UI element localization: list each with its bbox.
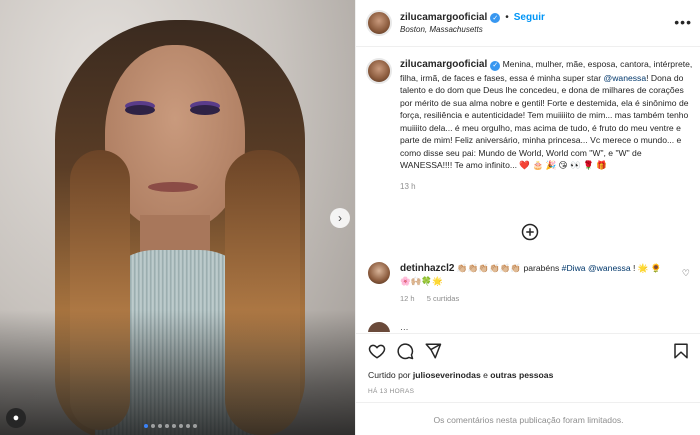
liked-user[interactable]: julioseverinodas xyxy=(413,370,481,380)
chevron-right-icon: › xyxy=(338,211,342,225)
caption-mention[interactable]: @wanessa xyxy=(603,73,646,83)
carousel-next-button[interactable]: › xyxy=(330,208,350,228)
post-header: zilucamargooficial ✓ • Seguir Boston, Ma… xyxy=(366,6,691,40)
comment-meta: 12 h 5 curtidas xyxy=(400,294,670,303)
liked-prefix: Curtido por xyxy=(368,370,413,380)
carousel-dot xyxy=(172,424,176,428)
comment-text: detinhazcl2 👏🏼👏🏼👏🏼👏🏼👏🏼👏🏼 parabéns #Diwa … xyxy=(400,262,670,288)
share-icon[interactable] xyxy=(424,342,442,360)
actions-divider xyxy=(356,333,700,334)
comments-limited-notice: Os comentários nesta publicação foram li… xyxy=(433,415,624,425)
carousel-dot xyxy=(186,424,190,428)
comment-mention[interactable]: @wanessa xyxy=(588,263,631,273)
comment-like-heart-icon[interactable]: ♡ xyxy=(682,268,690,279)
tagged-user-icon[interactable]: ● xyxy=(6,408,26,428)
comment-item-partial: … xyxy=(368,322,693,332)
bookmark-icon[interactable] xyxy=(672,342,690,360)
post-photo[interactable]: › ● xyxy=(0,0,355,435)
caption-avatar[interactable] xyxy=(366,58,392,84)
separator-dot: • xyxy=(505,12,509,23)
action-bar xyxy=(368,340,690,362)
comment-text-partial: … xyxy=(400,322,409,332)
caption-text: zilucamargooficial ✓ Menina, mulher, mãe,… xyxy=(400,58,696,172)
liked-by: Curtido por julioseverinodas e outras pe… xyxy=(368,370,553,380)
comment-likes[interactable]: 5 curtidas xyxy=(427,294,460,303)
heart-icon[interactable] xyxy=(368,342,386,360)
comment-part1: 👏🏼👏🏼👏🏼👏🏼👏🏼👏🏼 parabéns xyxy=(454,263,562,273)
carousel-dot xyxy=(179,424,183,428)
more-options-icon[interactable]: ••• xyxy=(674,14,692,30)
liked-suffix: e xyxy=(480,370,491,380)
comment-username[interactable]: detinhazcl2 xyxy=(400,263,454,274)
photo-lips xyxy=(148,182,198,192)
caption-time: 13 h xyxy=(400,181,416,191)
author-avatar[interactable] xyxy=(366,10,392,36)
carousel-dot xyxy=(144,424,148,428)
caption-part2: ! Dona do talento e do dom que Deus lhe … xyxy=(400,72,689,171)
carousel-dot xyxy=(151,424,155,428)
follow-button[interactable]: Seguir xyxy=(514,12,545,23)
commenter-avatar[interactable] xyxy=(368,262,390,284)
verified-badge-icon: ✓ xyxy=(490,12,501,23)
comment-time: 12 h xyxy=(400,294,415,303)
post-timestamp[interactable]: HÁ 13 HORAS xyxy=(368,388,414,395)
photo-couch-shadow xyxy=(0,310,355,435)
caption-username[interactable]: zilucamargooficial xyxy=(400,59,487,70)
photo-eye-left xyxy=(125,105,155,115)
verified-badge-icon: ✓ xyxy=(490,61,501,72)
comment-item: detinhazcl2 👏🏼👏🏼👏🏼👏🏼👏🏼👏🏼 parabéns #Diwa … xyxy=(368,262,693,303)
post-caption: zilucamargooficial ✓ Menina, mulher, mãe,… xyxy=(366,58,696,191)
header-divider xyxy=(356,46,700,47)
footer-divider xyxy=(356,402,700,403)
carousel-dot xyxy=(193,424,197,428)
liked-others[interactable]: outras pessoas xyxy=(490,370,553,380)
load-more-comments-icon[interactable] xyxy=(521,223,539,241)
carousel-dot xyxy=(158,424,162,428)
photo-eye-right xyxy=(190,105,220,115)
author-username[interactable]: zilucamargooficial xyxy=(400,12,487,23)
post-details-panel: zilucamargooficial ✓ • Seguir Boston, Ma… xyxy=(355,0,700,435)
post-location[interactable]: Boston, Massachusetts xyxy=(400,25,545,34)
carousel-dot xyxy=(165,424,169,428)
carousel-indicator xyxy=(144,424,197,428)
comment-hashtag[interactable]: #Diwa xyxy=(562,263,586,273)
commenter-avatar[interactable] xyxy=(368,322,390,332)
comment-icon[interactable] xyxy=(396,342,414,360)
